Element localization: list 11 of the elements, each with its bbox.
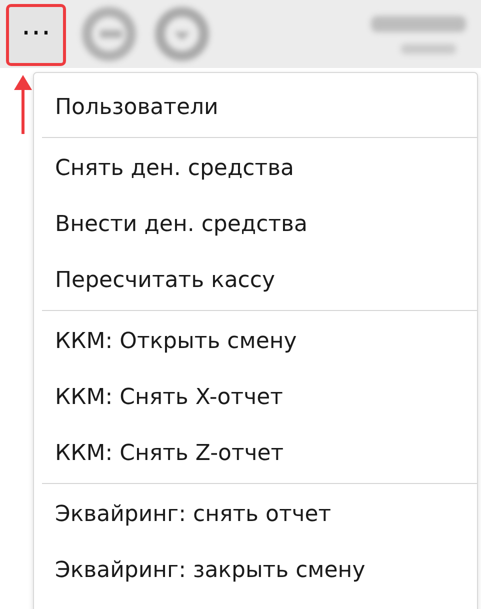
menu-item[interactable]: Эквайринг: закрыть смену [34, 542, 477, 598]
menu-item[interactable]: Снять ден. средства [34, 140, 477, 196]
menu-item[interactable]: Внести ден. средства [34, 196, 477, 252]
more-menu-button[interactable]: ⋯ [6, 4, 66, 66]
menu-item[interactable]: ККМ: Открыть смену [34, 313, 477, 369]
menu-item[interactable]: Пересчитать кассу [34, 252, 477, 308]
pointer-arrow [12, 74, 34, 134]
menu-item[interactable]: ККМ: Снять X-отчет [34, 369, 477, 425]
menu-item[interactable]: Эквайринг: снять отчет [34, 486, 477, 542]
menu-item[interactable]: ККМ: Снять Z-отчет [34, 425, 477, 481]
menu-item[interactable]: Пользователи [34, 79, 477, 135]
